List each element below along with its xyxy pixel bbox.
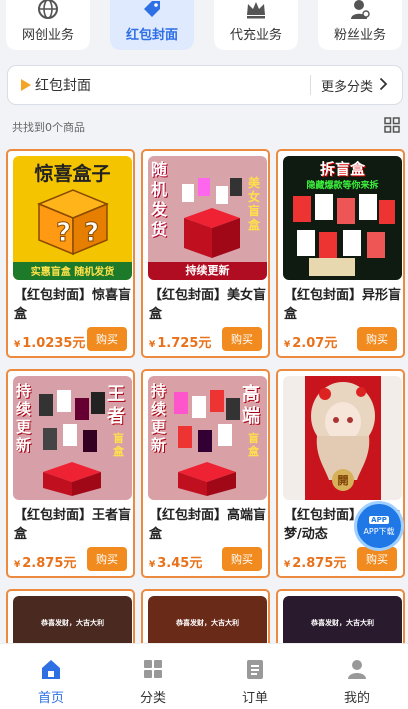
product-price: ¥3.45元	[149, 556, 203, 571]
app-download-label: APP下载	[363, 526, 395, 536]
buy-button[interactable]: 购买	[222, 547, 262, 571]
svg-text:?: ?	[56, 218, 71, 248]
image-caption: 開	[337, 474, 349, 487]
category-strip: 网创业务 红包封面 代充业务 粉丝业务	[0, 0, 408, 58]
app-badge: APP	[369, 515, 389, 524]
image-caption: 惊喜盒子	[34, 163, 111, 185]
bottom-nav: 首页 分类 订单 我的	[0, 643, 408, 709]
image-caption: 恭喜发财，大吉大利	[311, 619, 374, 627]
product-price: ¥1.0235元	[14, 336, 86, 351]
current-category: 红包封面	[35, 78, 91, 94]
product-image: 恭喜发财，大吉大利	[283, 596, 402, 647]
nav-label: 订单	[241, 691, 268, 706]
product-title: 【红包封面】王者盲盒	[14, 508, 132, 542]
chevron-right-icon[interactable]	[379, 76, 388, 95]
category-label: 粉丝业务	[333, 28, 386, 43]
user-icon	[348, 0, 372, 20]
category-followers[interactable]: 粉丝业务	[318, 0, 402, 50]
image-subcaption: 隐藏爆款等你来拆	[306, 181, 379, 191]
buy-button[interactable]: 购买	[222, 327, 262, 351]
image-caption: 持续更新	[16, 382, 32, 454]
image-caption: 恭喜发财，大吉大利	[41, 619, 104, 627]
result-count: 共找到0个商品	[12, 121, 85, 134]
more-categories-link[interactable]: 更多分类	[321, 76, 373, 95]
nav-home[interactable]: 首页	[11, 644, 91, 709]
product-card[interactable]: 恭喜发财，大吉大利	[6, 589, 135, 649]
image-caption: 恭喜发财，大吉大利	[176, 619, 239, 627]
product-card[interactable]: 拆盲盒 隐藏爆款等你来拆 【红包封面】异形盲盒 ¥2.07元 购买	[276, 149, 405, 358]
divider	[309, 75, 311, 95]
product-card[interactable]: 惊喜盒子 ? ? 实惠盲盒 随机发货 【红包封面】惊喜盲盒 ¥1.0235元 购…	[6, 149, 135, 358]
category-label: 网创业务	[21, 28, 74, 43]
nav-categories[interactable]: 分类	[113, 644, 193, 709]
image-subcaption: 盲盒	[113, 432, 124, 458]
globe-icon	[36, 0, 60, 20]
product-card[interactable]: 随机发货 美女盲盒 持续更新 【红包封面】美女盲盒 ¥1.725元 购买	[141, 149, 270, 358]
nav-orders[interactable]: 订单	[215, 644, 295, 709]
clipboard-icon	[243, 657, 267, 681]
product-image: 随机发货 美女盲盒 持续更新	[148, 156, 267, 280]
product-card[interactable]: 持续更新 王者 盲盒 【红包封面】王者盲盒 ¥2.875元 购买	[6, 369, 135, 578]
image-subcaption: 实惠盲盒 随机发货	[30, 267, 115, 278]
image-subcaption: 盲盒	[248, 432, 259, 458]
nav-label: 我的	[343, 691, 370, 706]
category-top-up[interactable]: 代充业务	[214, 0, 298, 50]
product-title: 【红包封面】惊喜盲盒	[14, 288, 132, 322]
home-icon	[39, 657, 63, 681]
product-price: ¥1.725元	[149, 336, 212, 351]
product-title: 【红包封面】高端盲盒	[149, 508, 267, 542]
category-label: 红包封面	[125, 28, 178, 43]
product-image: 持续更新 王者 盲盒	[13, 376, 132, 500]
image-caption: 随机发货	[151, 160, 168, 239]
product-price: ¥2.07元	[284, 336, 338, 351]
product-card[interactable]: 恭喜发财，大吉大利	[141, 589, 270, 649]
product-image: 拆盲盒 隐藏爆款等你来拆	[283, 156, 402, 280]
product-card[interactable]: 持续更新 高端 盲盒 【红包封面】高端盲盒 ¥3.45元 购买	[141, 369, 270, 578]
product-image: 惊喜盒子 ? ? 实惠盲盒 随机发货	[13, 156, 132, 280]
product-image: 恭喜发财，大吉大利	[148, 596, 267, 647]
grid-icon	[141, 657, 165, 681]
image-side-caption: 高端	[242, 384, 260, 427]
buy-button[interactable]: 购买	[87, 327, 127, 351]
buy-button[interactable]: 购买	[357, 327, 397, 351]
product-price: ¥2.875元	[14, 556, 77, 571]
product-image: 開	[283, 376, 402, 500]
product-card[interactable]: 恭喜发财，大吉大利	[276, 589, 405, 649]
product-price: ¥2.875元	[284, 556, 347, 571]
image-side-caption: 王者	[107, 384, 125, 427]
crown-icon	[244, 0, 268, 20]
product-title: 【红包封面】美女盲盒	[149, 288, 267, 322]
category-red-envelope[interactable]: 红包封面	[110, 0, 194, 50]
product-title: 【红包封面】异形盲盒	[284, 288, 402, 322]
product-image: 持续更新 高端 盲盒	[148, 376, 267, 500]
grid-view-icon[interactable]	[384, 117, 400, 137]
tag-icon	[140, 0, 164, 20]
app-download-button[interactable]: APP APP下载	[354, 501, 404, 551]
result-count-row: 共找到0个商品	[12, 117, 400, 137]
buy-button[interactable]: 购买	[87, 547, 127, 571]
nav-label: 分类	[139, 691, 166, 706]
nav-profile[interactable]: 我的	[317, 644, 397, 709]
image-side-caption: 美女盲盒	[248, 176, 261, 232]
play-triangle-icon	[21, 79, 31, 91]
image-caption: 拆盲盒	[319, 160, 365, 178]
product-image: 恭喜发财，大吉大利	[13, 596, 132, 647]
image-subcaption: 持续更新	[185, 264, 230, 277]
category-web-business[interactable]: 网创业务	[6, 0, 90, 50]
svg-text:?: ?	[84, 218, 99, 248]
image-caption: 持续更新	[151, 382, 167, 454]
category-label: 代充业务	[229, 28, 282, 43]
profile-icon	[345, 657, 369, 681]
category-bar: 红包封面 更多分类	[7, 65, 403, 105]
nav-label: 首页	[37, 691, 64, 706]
